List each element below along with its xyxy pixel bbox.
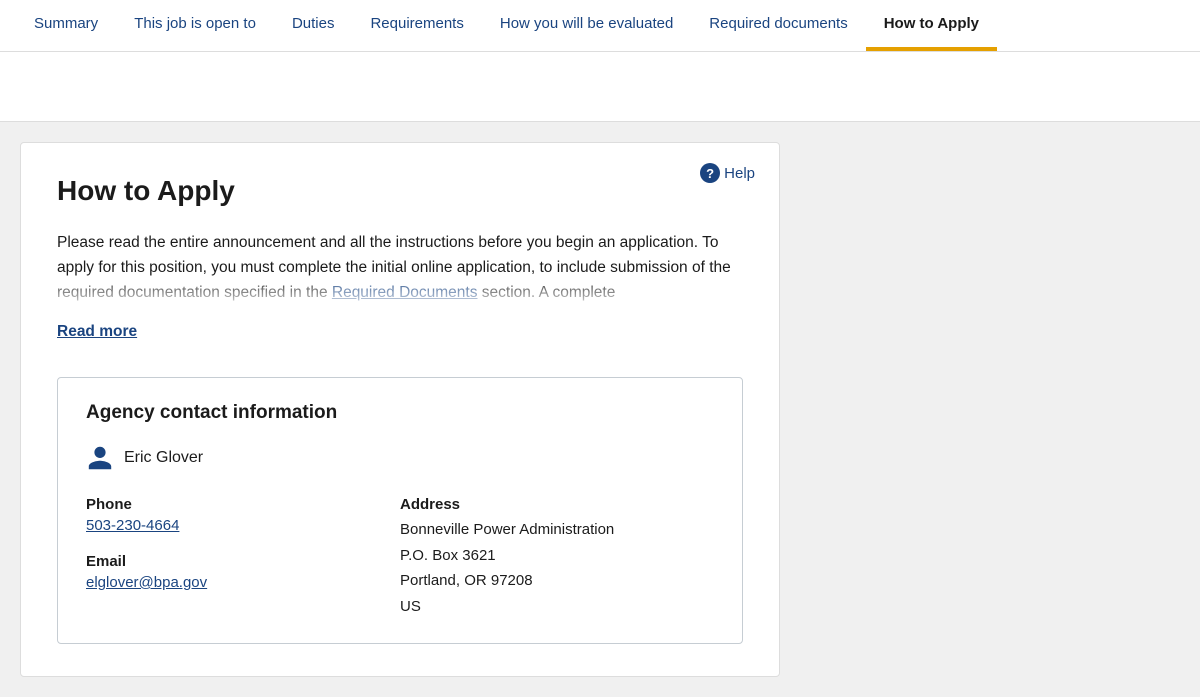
body-text-container: Please read the entire announcement and … [57, 231, 743, 311]
email-link[interactable]: elglover@bpa.gov [86, 574, 207, 591]
body-text-end: section. A complete [477, 284, 615, 301]
navigation-bar: SummaryThis job is open toDutiesRequirem… [0, 0, 1200, 52]
agency-contact-box: Agency contact information Eric Glover P… [57, 377, 743, 644]
nav-item-evaluation[interactable]: How you will be evaluated [482, 0, 691, 51]
address-label: Address [400, 496, 714, 513]
nav-item-requirements[interactable]: Requirements [352, 0, 481, 51]
address-line2: P.O. Box 3621 [400, 543, 714, 569]
read-more-link[interactable]: Read more [57, 323, 137, 341]
address-block: Bonneville Power Administration P.O. Box… [400, 517, 714, 619]
person-icon [86, 444, 114, 472]
address-line4: US [400, 594, 714, 620]
phone-link[interactable]: 503-230-4664 [86, 517, 179, 534]
contact-left: Phone 503-230-4664 Email elglover@bpa.go… [86, 496, 400, 619]
body-text-start: Please read the entire announcement and … [57, 234, 731, 301]
phone-label: Phone [86, 496, 400, 513]
page-content: ? Help How to Apply Please read the enti… [0, 122, 1200, 697]
nav-item-documents[interactable]: Required documents [691, 0, 865, 51]
nav-item-summary[interactable]: Summary [16, 0, 116, 51]
nav-item-duties[interactable]: Duties [274, 0, 353, 51]
help-link[interactable]: ? Help [700, 163, 755, 183]
email-label: Email [86, 553, 400, 570]
help-icon: ? [700, 163, 720, 183]
address-line1: Bonneville Power Administration [400, 517, 714, 543]
contact-right: Address Bonneville Power Administration … [400, 496, 714, 619]
help-label: Help [724, 165, 755, 182]
agency-title: Agency contact information [86, 402, 714, 424]
nav-item-open-to[interactable]: This job is open to [116, 0, 274, 51]
required-documents-link[interactable]: Required Documents [332, 284, 478, 301]
contact-name: Eric Glover [124, 449, 203, 467]
section-title: How to Apply [57, 175, 743, 207]
address-line3: Portland, OR 97208 [400, 568, 714, 594]
phone-value-row: 503-230-4664 [86, 517, 400, 535]
how-to-apply-card: ? Help How to Apply Please read the enti… [20, 142, 780, 677]
contact-grid: Phone 503-230-4664 Email elglover@bpa.go… [86, 496, 714, 619]
nav-item-apply[interactable]: How to Apply [866, 0, 997, 51]
body-paragraph: Please read the entire announcement and … [57, 231, 743, 305]
contact-name-row: Eric Glover [86, 444, 714, 472]
top-strip [0, 52, 1200, 122]
